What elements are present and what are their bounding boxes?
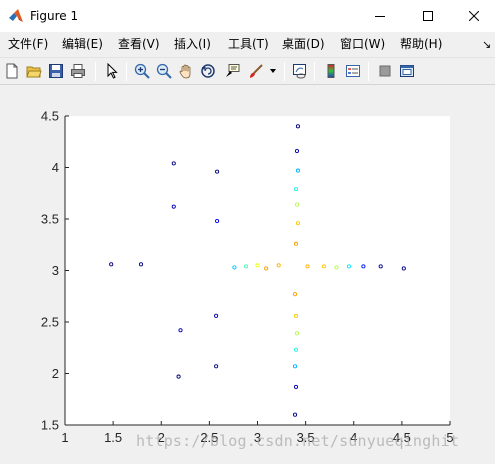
toolbar-separator (284, 62, 285, 81)
rotate-3d-icon[interactable] (198, 61, 218, 81)
toolbar-separator (126, 62, 127, 81)
toolbar-separator (368, 62, 369, 81)
toolbar-separator (314, 62, 315, 81)
legend-icon[interactable] (343, 61, 363, 81)
menu-overflow-icon[interactable]: ↘ (482, 38, 491, 51)
data-cursor-icon[interactable] (222, 61, 242, 81)
colorbar-icon[interactable] (321, 61, 341, 81)
y-tick-label: 1.5 (41, 418, 59, 433)
y-tick-label: 2 (52, 366, 59, 381)
menu-file[interactable]: 文件(F) (8, 36, 48, 52)
window-title: Figure 1 (30, 9, 79, 23)
close-button[interactable] (451, 0, 495, 32)
matlab-icon (8, 8, 24, 24)
open-file-icon[interactable] (24, 61, 44, 81)
save-icon[interactable] (46, 61, 66, 81)
brush-dropdown-icon[interactable] (266, 61, 280, 81)
print-icon[interactable] (68, 61, 88, 81)
y-tick-label: 4 (52, 160, 59, 175)
maximize-button[interactable] (405, 0, 451, 32)
link-plot-icon[interactable] (290, 61, 310, 81)
y-tick-label: 3.5 (41, 212, 59, 227)
menu-view[interactable]: 查看(V) (118, 36, 160, 52)
close-icon (469, 11, 479, 21)
maximize-icon (423, 11, 433, 21)
figure-toolbar (0, 57, 495, 85)
zoom-out-icon[interactable] (154, 61, 174, 81)
scatter-plot[interactable]: 1 1.5 2 2.5 3 3.5 4 4.5 51.522.533.544.5 (0, 86, 495, 464)
minimize-button[interactable] (357, 0, 403, 32)
title-bar: Figure 1 (0, 0, 495, 32)
zoom-in-icon[interactable] (132, 61, 152, 81)
menu-tools[interactable]: 工具(T) (228, 36, 269, 52)
menu-window[interactable]: 窗口(W) (340, 36, 385, 52)
select-arrow-icon[interactable] (102, 61, 122, 81)
x-tick-label: 1 (61, 430, 68, 445)
y-tick-label: 3 (52, 263, 59, 278)
toolbar-separator (95, 62, 96, 81)
menu-bar: 文件(F) 编辑(E) 查看(V) 插入(I) 工具(T) 桌面(D) 窗口(W… (0, 32, 495, 56)
figure-canvas-area: 1 1.5 2 2.5 3 3.5 4 4.5 5 1.5 2 2.5 3 3.5 4 4.5 (0, 86, 495, 464)
minimize-icon (375, 16, 385, 17)
brush-icon[interactable] (246, 61, 266, 81)
plot-area (65, 116, 450, 425)
menu-desktop[interactable]: 桌面(D) (282, 36, 325, 52)
x-tick-label: 1.5 (104, 430, 122, 445)
menu-help[interactable]: 帮助(H) (400, 36, 442, 52)
y-tick-label: 2.5 (41, 315, 59, 330)
watermark-text: https://blog.csdn.net/sunyueqinghit (136, 432, 460, 450)
menu-insert[interactable]: 插入(I) (174, 36, 211, 52)
show-plot-tools-icon[interactable] (397, 61, 417, 81)
pan-hand-icon[interactable] (176, 61, 196, 81)
new-figure-icon[interactable] (2, 61, 22, 81)
y-tick-label: 4.5 (41, 109, 59, 124)
menu-edit[interactable]: 编辑(E) (62, 36, 103, 52)
hide-plot-tools-icon[interactable] (375, 61, 395, 81)
